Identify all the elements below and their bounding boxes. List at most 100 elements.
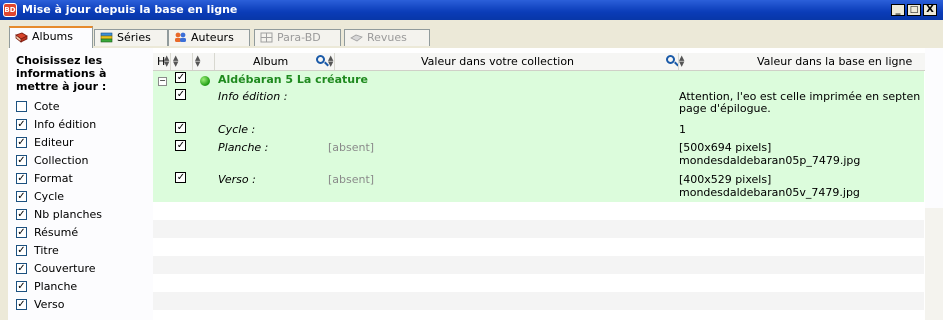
online-value-line: [500x694 pixels]	[679, 141, 772, 154]
option-cycle[interactable]: Cycle	[16, 189, 64, 205]
online-value-line: 1	[679, 123, 686, 136]
option-info-edition[interactable]: Info édition	[16, 117, 96, 133]
sort-arrows-icon: ▲ ▼	[328, 54, 334, 68]
sort-arrows-icon: ▲ ▼	[679, 54, 685, 68]
maximize-button[interactable]: □	[907, 4, 921, 16]
option-label: Cote	[34, 100, 60, 113]
tab-label: Auteurs	[191, 31, 234, 44]
books-stack-icon	[100, 32, 113, 43]
option-label: Couverture	[34, 262, 96, 275]
column-collection-value[interactable]: Valeur dans votre collection	[335, 53, 679, 70]
online-value-line: mondesdaldebaran05p_7479.jpg	[679, 154, 861, 167]
row-checkbox[interactable]	[175, 140, 186, 151]
window-title-bar[interactable]: BD Mise à jour depuis la base en ligne _…	[0, 0, 943, 20]
sort-arrows-icon: ▲ ▼	[195, 54, 201, 68]
comparison-grid[interactable]: H ▲ ▼ ▲ ▼ ▲ ▼ Album ▲ ▼ Valeur dans votre co…	[153, 48, 943, 320]
tab-series[interactable]: Séries	[94, 29, 168, 46]
option-nb-planches[interactable]: Nb planches	[16, 207, 102, 223]
collapse-toggle[interactable]: −	[158, 77, 167, 86]
column-album-label: Album	[253, 55, 289, 68]
online-value-line: [400x529 pixels]	[679, 173, 772, 186]
row-checkbox[interactable]	[175, 172, 186, 183]
right-edge-panel	[925, 48, 943, 208]
empty-row	[153, 238, 924, 256]
checkbox[interactable]	[16, 154, 27, 166]
close-button[interactable]: X	[923, 4, 937, 16]
column-status[interactable]: ▲ ▼	[193, 53, 215, 70]
empty-row	[153, 220, 924, 238]
column-online-value[interactable]: ▲ ▼ Valeur dans la base en ligne	[679, 53, 943, 70]
fields-panel-title: Choisissez les informations à mettre à j…	[16, 54, 107, 93]
search-icon[interactable]	[666, 55, 675, 64]
checkbox[interactable]	[16, 208, 27, 220]
option-collection[interactable]: Collection	[16, 153, 88, 169]
checkbox[interactable]	[16, 262, 27, 274]
column-check[interactable]: ▲ ▼	[171, 53, 193, 70]
people-icon	[175, 32, 186, 42]
tab-revues[interactable]: Revues	[344, 29, 430, 46]
checkbox[interactable]	[16, 298, 27, 310]
option-resume[interactable]: Résumé	[16, 225, 78, 241]
row-checkbox[interactable]	[175, 89, 186, 100]
tab-auteurs[interactable]: Auteurs	[168, 29, 250, 46]
empty-row	[153, 256, 924, 274]
field-label: Cycle :	[218, 123, 256, 136]
field-label: Planche :	[218, 141, 269, 154]
checkbox[interactable]	[16, 280, 27, 292]
option-label: Collection	[34, 154, 89, 167]
album-record[interactable]: − Aldébaran 5 La créature Info édition :…	[153, 71, 924, 202]
app-logo-icon: BD	[3, 3, 17, 17]
magazine-icon	[350, 34, 363, 42]
checkbox[interactable]	[16, 190, 27, 202]
tab-label: Albums	[32, 30, 73, 43]
checkbox[interactable]	[16, 100, 27, 112]
search-icon[interactable]	[316, 55, 325, 64]
right-edge-panel-lower	[925, 208, 943, 320]
field-label: Info édition :	[218, 90, 288, 103]
online-value-line: mondesdaldebaran05v_7479.jpg	[679, 186, 860, 199]
album-title: Aldébaran 5 La créature	[218, 73, 368, 86]
empty-row	[153, 310, 924, 320]
option-couverture[interactable]: Couverture	[16, 261, 96, 277]
column-album[interactable]: Album ▲ ▼	[215, 53, 335, 70]
option-label: Info édition	[34, 118, 97, 131]
option-label: Nb planches	[34, 208, 102, 221]
fields-panel: Choisissez les informations à mettre à j…	[8, 48, 153, 320]
option-verso[interactable]: Verso	[16, 297, 64, 313]
film-icon	[260, 32, 273, 43]
column-h[interactable]: H ▲ ▼	[153, 53, 171, 70]
option-titre[interactable]: Titre	[16, 243, 59, 259]
tab-label: Revues	[367, 31, 407, 44]
option-label: Titre	[34, 244, 59, 257]
empty-row	[153, 274, 924, 292]
option-planche[interactable]: Planche	[16, 279, 77, 295]
empty-row	[153, 202, 924, 220]
option-format[interactable]: Format	[16, 171, 73, 187]
checkbox[interactable]	[16, 172, 27, 184]
checkbox[interactable]	[16, 136, 27, 148]
column-collection-label: Valeur dans votre collection	[421, 55, 575, 68]
tab-albums[interactable]: Albums	[9, 26, 93, 48]
option-label: Résumé	[34, 226, 79, 239]
checkbox[interactable]	[16, 226, 27, 238]
option-label: Cycle	[34, 190, 65, 203]
minimize-button[interactable]: _	[891, 4, 905, 16]
option-label: Verso	[34, 298, 65, 311]
empty-row	[153, 292, 924, 310]
option-cote[interactable]: Cote	[16, 99, 60, 115]
row-checkbox[interactable]	[175, 122, 186, 133]
collection-value: [absent]	[328, 141, 375, 154]
window-title: Mise à jour depuis la base en ligne	[22, 3, 238, 16]
tab-bar: Albums Séries Auteurs Para-BD Revues	[0, 20, 943, 48]
checkbox[interactable]	[16, 118, 27, 130]
sort-arrows-icon: ▲ ▼	[173, 54, 179, 68]
field-label: Verso :	[218, 173, 256, 186]
tab-para-bd[interactable]: Para-BD	[254, 29, 341, 46]
checkbox[interactable]	[16, 244, 27, 256]
column-online-label: Valeur dans la base en ligne	[757, 55, 913, 68]
sort-arrows-icon: ▲ ▼	[164, 54, 170, 68]
option-editeur[interactable]: Editeur	[16, 135, 74, 151]
book-red-icon	[15, 32, 28, 43]
album-checkbox[interactable]	[175, 72, 186, 83]
option-label: Planche	[34, 280, 78, 293]
